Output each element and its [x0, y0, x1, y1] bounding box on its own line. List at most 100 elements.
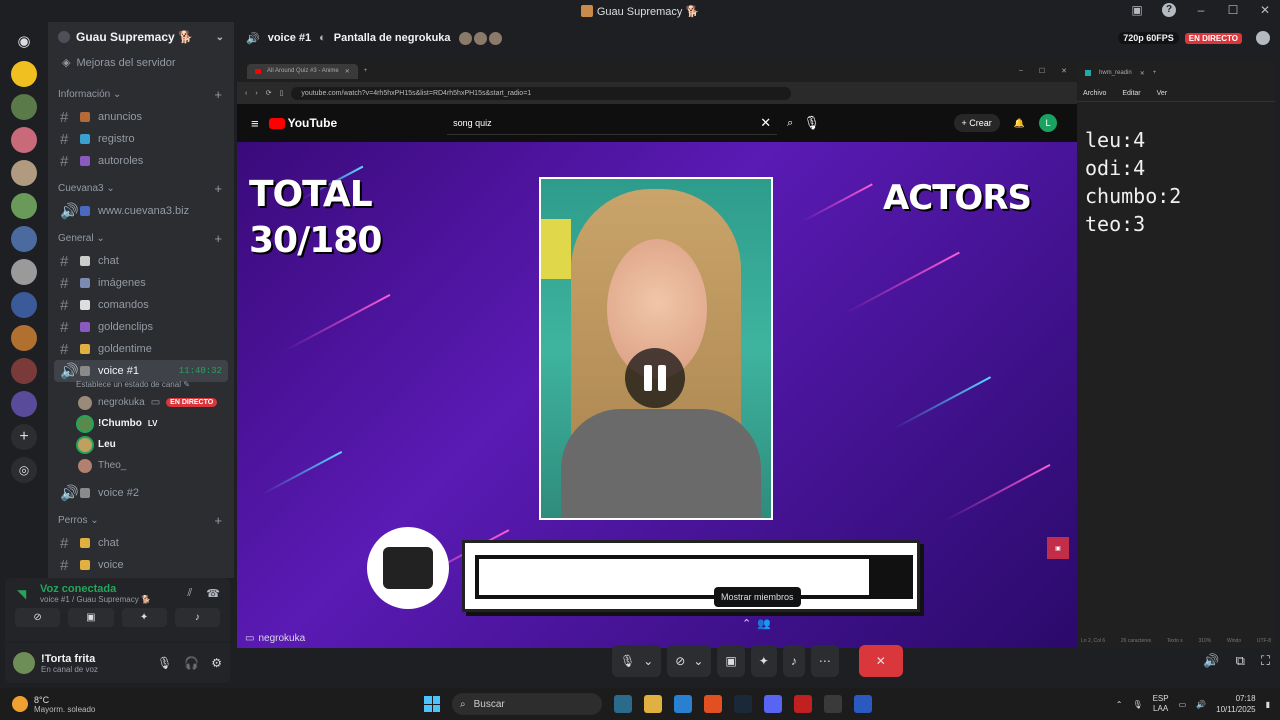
minimize-icon[interactable]: –: [1019, 67, 1023, 75]
channel-perros-voice[interactable]: # voice: [54, 554, 228, 576]
menu-editar[interactable]: Editar: [1122, 90, 1140, 97]
account-avatar[interactable]: L: [1039, 114, 1057, 132]
mic-tray-icon[interactable]: 🎙: [1132, 700, 1142, 709]
channel-registro[interactable]: # registro: [54, 128, 228, 150]
close-tab-icon[interactable]: ✕: [1140, 70, 1145, 77]
search-input[interactable]: song quiz ✕: [447, 111, 778, 135]
new-tab-icon[interactable]: +: [1153, 70, 1157, 76]
maximize-button[interactable]: ☐: [1226, 3, 1240, 17]
back-icon[interactable]: ‹: [245, 90, 247, 97]
server-icon[interactable]: [11, 259, 37, 285]
signal-icon[interactable]: ◥: [17, 587, 26, 601]
taskbar-search[interactable]: ⌕ Buscar: [452, 693, 602, 715]
reload-icon[interactable]: ⟳: [266, 89, 272, 97]
server-icon[interactable]: [11, 160, 37, 186]
close-tab-icon[interactable]: ✕: [345, 68, 350, 75]
soundboard-button[interactable]: ♪: [174, 608, 220, 627]
guild-header[interactable]: Guau Supremacy 🐕 ⌄: [48, 22, 234, 52]
server-icon[interactable]: [11, 193, 37, 219]
add-server-icon[interactable]: +: [11, 424, 37, 450]
participant-avatars[interactable]: [458, 31, 502, 45]
forward-icon[interactable]: ›: [255, 90, 257, 97]
menu-ver[interactable]: Ver: [1157, 90, 1168, 97]
chevron-up-icon[interactable]: ⌃: [1116, 700, 1123, 709]
channel-comandos[interactable]: # comandos: [54, 294, 228, 316]
menu-archivo[interactable]: Archivo: [1083, 90, 1106, 97]
video-player[interactable]: TOTAL 30/180 ACTORS ▣ ▭ negrokuka: [237, 142, 1077, 648]
notepad-window[interactable]: hwm_readin ✕ + Archivo Editar Ver leu:4 od…: [1077, 60, 1275, 648]
voice-member[interactable]: Leu: [48, 434, 234, 455]
store-icon[interactable]: [674, 695, 692, 713]
channel-autoroles[interactable]: # autoroles: [54, 150, 228, 172]
weather-widget[interactable]: 8°C Mayorm. soleado: [0, 695, 200, 714]
category-perros[interactable]: Perros ⌄ +: [48, 513, 234, 528]
pause-icon[interactable]: [625, 348, 685, 408]
screen-share-button[interactable]: ▣: [717, 645, 745, 677]
server-icon[interactable]: [11, 391, 37, 417]
microphone-button[interactable]: 🎙 ⌄: [612, 645, 662, 677]
file-explorer-icon[interactable]: [644, 695, 662, 713]
help-icon[interactable]: ?: [1162, 3, 1176, 17]
channel-cuevana[interactable]: 🔊 www.cuevana3.biz: [54, 200, 228, 222]
notification-icon[interactable]: ▮: [1266, 700, 1270, 709]
notepad-text[interactable]: leu:4 odi:4 chumbo:2 teo:3: [1077, 102, 1275, 238]
server-icon[interactable]: [11, 325, 37, 351]
avatar[interactable]: [13, 652, 35, 674]
app-icon[interactable]: [854, 695, 872, 713]
clock[interactable]: 07:18 10/11/2025: [1216, 693, 1255, 715]
channel-goldenclips[interactable]: # goldenclips: [54, 316, 228, 338]
microphone-icon[interactable]: 🎙: [157, 656, 172, 670]
disconnect-icon[interactable]: ☎: [206, 587, 220, 600]
server-icon[interactable]: [11, 226, 37, 252]
app-icon[interactable]: [824, 695, 842, 713]
voice-member[interactable]: !Chumbo LV: [48, 413, 234, 434]
user-name[interactable]: !Torta frita: [41, 653, 98, 665]
volume-icon[interactable]: 🔊: [1196, 700, 1206, 709]
leave-call-button[interactable]: ✕: [858, 645, 903, 677]
show-members-button[interactable]: ⌃ 👥: [742, 617, 771, 630]
voice-channel-2[interactable]: 🔊 voice #2: [54, 482, 228, 504]
noise-suppression-icon[interactable]: ⫽: [187, 587, 192, 600]
category-cuevana3[interactable]: Cuevana3 ⌄ +: [48, 181, 234, 196]
discord-icon[interactable]: [764, 695, 782, 713]
discover-icon[interactable]: ◎: [11, 457, 37, 483]
server-icon[interactable]: [11, 61, 37, 87]
language-indicator[interactable]: ESP LAA: [1153, 694, 1169, 714]
voice-member[interactable]: negrokuka ▭ EN DIRECTO: [48, 392, 234, 413]
voice-channel-active[interactable]: 🔊 voice #1 11:40:32: [54, 360, 228, 382]
category-informacion[interactable]: Información ⌄ +: [48, 87, 234, 102]
minimize-button[interactable]: –: [1194, 3, 1208, 17]
chat-icon[interactable]: [1256, 31, 1270, 45]
volume-icon[interactable]: 🔊: [1203, 653, 1219, 669]
clear-search-icon[interactable]: ✕: [760, 115, 771, 131]
add-channel-icon[interactable]: +: [214, 513, 222, 528]
app-icon[interactable]: [614, 695, 632, 713]
server-icon[interactable]: [11, 94, 37, 120]
steam-icon[interactable]: [734, 695, 752, 713]
channel-perros-chat[interactable]: # chat: [54, 532, 228, 554]
start-icon[interactable]: [424, 696, 440, 712]
notepad-tab-title[interactable]: hwm_readin: [1099, 70, 1132, 76]
activities-button[interactable]: ✦: [121, 608, 167, 627]
add-channel-icon[interactable]: +: [214, 87, 222, 102]
url-field[interactable]: youtube.com/watch?v=4rh5hxPH15s&list=RD4…: [291, 86, 792, 100]
gear-icon[interactable]: ⚙: [211, 656, 222, 670]
menu-icon[interactable]: ≡: [251, 116, 259, 131]
bell-icon[interactable]: 🔔: [1014, 118, 1025, 129]
brave-icon[interactable]: [704, 695, 722, 713]
discord-home-icon[interactable]: ◉: [11, 28, 37, 54]
category-general[interactable]: General ⌄ +: [48, 231, 234, 246]
server-boost[interactable]: ◈ Mejoras del servidor: [48, 52, 234, 73]
voice-member[interactable]: Theo_: [48, 455, 234, 476]
maximize-icon[interactable]: ☐: [1039, 67, 1045, 75]
inbox-icon[interactable]: ▣: [1130, 3, 1144, 17]
chevron-down-icon[interactable]: ⌄: [693, 654, 703, 668]
youtube-logo[interactable]: YouTube: [268, 116, 337, 130]
more-button[interactable]: ⋯: [810, 645, 839, 677]
camera-button[interactable]: ⊘ ⌄: [667, 645, 712, 677]
browser-tab[interactable]: All Around Quiz #3 - Anime ✕: [247, 63, 358, 79]
channel-imagenes[interactable]: # imágenes: [54, 272, 228, 294]
add-channel-icon[interactable]: +: [214, 181, 222, 196]
channel-chat[interactable]: # chat: [54, 250, 228, 272]
mic-icon[interactable]: 🎙: [803, 115, 820, 131]
